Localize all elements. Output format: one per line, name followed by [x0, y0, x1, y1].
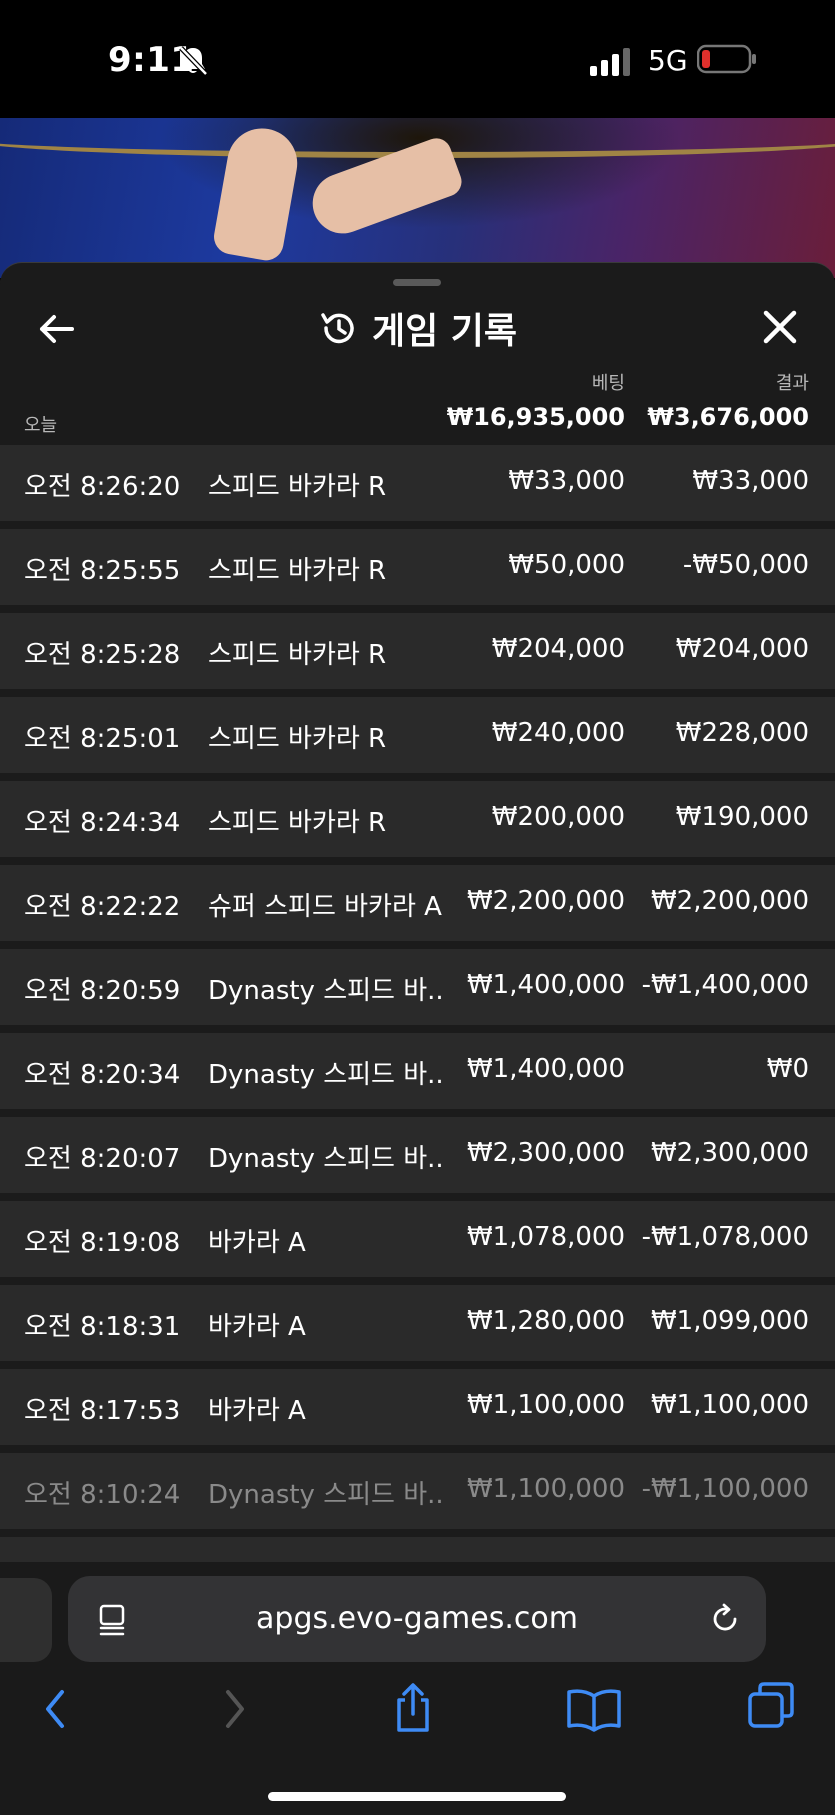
chevron-left-icon[interactable]: [24, 1674, 84, 1744]
row-bet: ₩200,000: [491, 802, 625, 832]
row-bet: ₩1,100,000: [466, 1390, 625, 1420]
result-total: ₩3,676,000: [647, 403, 809, 431]
row-time: 오전 8:10:24: [24, 1480, 181, 1510]
row-result: -₩1,100,000: [641, 1474, 809, 1504]
row-game: Dynasty 스피드 바...: [208, 1144, 444, 1174]
row-bet: ₩240,000: [491, 718, 625, 748]
arrow-left-icon[interactable]: [34, 307, 78, 351]
bell-slash-icon: [179, 46, 208, 76]
row-time: 오전 8:20:07: [24, 1144, 181, 1174]
row-bet: ₩1,078,000: [466, 1222, 625, 1252]
address-bar[interactable]: apgs.evo-games.com: [68, 1576, 766, 1662]
row-time: 오전 8:24:34: [24, 808, 181, 838]
home-indicator[interactable]: [268, 1792, 566, 1801]
row-game: 바카라 A: [208, 1312, 306, 1342]
row-result: ₩2,200,000: [650, 886, 809, 916]
row-time: 오전 8:26:20: [24, 472, 181, 502]
row-game: 스피드 바카라 R: [208, 556, 387, 586]
row-result: -₩50,000: [682, 550, 809, 580]
row-game: 바카라 A: [208, 1228, 306, 1258]
row-result: -₩1,078,000: [641, 1222, 809, 1252]
row-bet: ₩1,100,000: [466, 1474, 625, 1504]
row-time: 오전 8:22:22: [24, 892, 181, 922]
row-result: ₩33,000: [692, 466, 809, 496]
history-row[interactable]: 오전 8:19:08 바카라 A ₩1,078,000 -₩1,078,000: [0, 1201, 835, 1277]
network-type: 5G: [648, 44, 688, 77]
history-row[interactable]: 오전 8:20:59 Dynasty 스피드 바... ₩1,400,000 -…: [0, 949, 835, 1025]
page-title: 게임 기록: [372, 311, 518, 352]
history-row[interactable]: 오전 8:20:07 Dynasty 스피드 바... ₩2,300,000 ₩…: [0, 1117, 835, 1193]
row-result: ₩204,000: [675, 634, 809, 664]
row-time: 오전 8:25:55: [24, 556, 181, 586]
row-game: 스피드 바카라 R: [208, 808, 387, 838]
row-time: 오전 8:19:08: [24, 1228, 181, 1258]
history-row[interactable]: 오전 8:26:20 스피드 바카라 R ₩33,000 ₩33,000: [0, 445, 835, 521]
row-result: ₩228,000: [675, 718, 809, 748]
row-bet: ₩2,300,000: [466, 1138, 625, 1168]
row-time: 오전 8:25:01: [24, 724, 181, 754]
row-result: ₩2,300,000: [650, 1138, 809, 1168]
row-time: 오전 8:20:34: [24, 1060, 181, 1090]
previous-tab-preview[interactable]: [0, 1578, 52, 1662]
history-row[interactable]: 오전 8:25:55 스피드 바카라 R ₩50,000 -₩50,000: [0, 529, 835, 605]
result-column-header: 결과: [775, 373, 809, 394]
row-time: 오전 8:25:28: [24, 640, 181, 670]
row-bet: ₩2,200,000: [466, 886, 625, 916]
history-row[interactable]: 오전 8:22:22 슈퍼 스피드 바카라 A ₩2,200,000 ₩2,20…: [0, 865, 835, 941]
row-result: -₩1,400,000: [641, 970, 809, 1000]
history-row[interactable]: 오전 8:25:01 스피드 바카라 R ₩240,000 ₩228,000: [0, 697, 835, 773]
row-game: 스피드 바카라 R: [208, 724, 387, 754]
row-bet: ₩1,400,000: [466, 1054, 625, 1084]
row-game: 바카라 A: [208, 1396, 306, 1426]
history-row[interactable]: 오전 8:25:28 스피드 바카라 R ₩204,000 ₩204,000: [0, 613, 835, 689]
url-text: apgs.evo-games.com: [256, 1601, 578, 1636]
share-icon[interactable]: [383, 1674, 443, 1744]
book-icon[interactable]: [561, 1674, 627, 1744]
row-bet: ₩50,000: [508, 550, 625, 580]
close-icon[interactable]: [758, 305, 802, 349]
row-result: ₩1,099,000: [650, 1306, 809, 1336]
row-bet: ₩204,000: [491, 634, 625, 664]
game-history-sheet: 게임 기록 베팅 결과 오늘 ₩16,935,000 ₩3,676,000 오전…: [0, 262, 835, 1577]
row-time: 오전 8:17:53: [24, 1396, 181, 1426]
row-result: ₩1,100,000: [650, 1390, 809, 1420]
history-row[interactable]: 오전 8:20:34 Dynasty 스피드 바... ₩1,400,000 ₩…: [0, 1033, 835, 1109]
history-list: 오전 8:26:20 스피드 바카라 R ₩33,000 ₩33,000 오전 …: [0, 445, 835, 1577]
row-game: 스피드 바카라 R: [208, 640, 387, 670]
history-row[interactable]: 오전 8:10:24 Dynasty 스피드 바... ₩1,100,000 -…: [0, 1453, 835, 1529]
battery-icon: [697, 44, 756, 74]
history-row[interactable]: 오전 8:17:53 바카라 A ₩1,100,000 ₩1,100,000: [0, 1369, 835, 1445]
bet-total: ₩16,935,000: [446, 403, 625, 431]
history-icon: [321, 313, 354, 344]
bet-column-header: 베팅: [591, 373, 625, 394]
status-bar: 9:11 5G: [0, 0, 835, 118]
tabs-icon[interactable]: [742, 1674, 802, 1744]
row-result: ₩0: [766, 1054, 809, 1084]
today-label: 오늘: [24, 415, 58, 436]
row-bet: ₩33,000: [508, 466, 625, 496]
row-bet: ₩1,400,000: [466, 970, 625, 1000]
row-game: Dynasty 스피드 바...: [208, 976, 444, 1006]
row-result: ₩190,000: [675, 802, 809, 832]
row-time: 오전 8:20:59: [24, 976, 181, 1006]
browser-toolbar: apgs.evo-games.com: [0, 1562, 835, 1815]
row-game: Dynasty 스피드 바...: [208, 1060, 444, 1090]
history-row[interactable]: 오전 8:18:31 바카라 A ₩1,280,000 ₩1,099,000: [0, 1285, 835, 1361]
history-row[interactable]: 오전 8:24:34 스피드 바카라 R ₩200,000 ₩190,000: [0, 781, 835, 857]
sheet-header: 게임 기록: [318, 303, 517, 353]
row-game: 스피드 바카라 R: [208, 472, 387, 502]
row-bet: ₩1,280,000: [466, 1306, 625, 1336]
row-time: 오전 8:18:31: [24, 1312, 181, 1342]
row-game: 슈퍼 스피드 바카라 A: [208, 892, 442, 922]
game-table-background: [0, 118, 835, 278]
chevron-right-icon[interactable]: [206, 1674, 266, 1744]
sheet-grabber[interactable]: [393, 279, 441, 286]
row-game: Dynasty 스피드 바...: [208, 1480, 444, 1510]
reload-icon[interactable]: [708, 1602, 742, 1636]
signal-icon: [590, 48, 630, 76]
